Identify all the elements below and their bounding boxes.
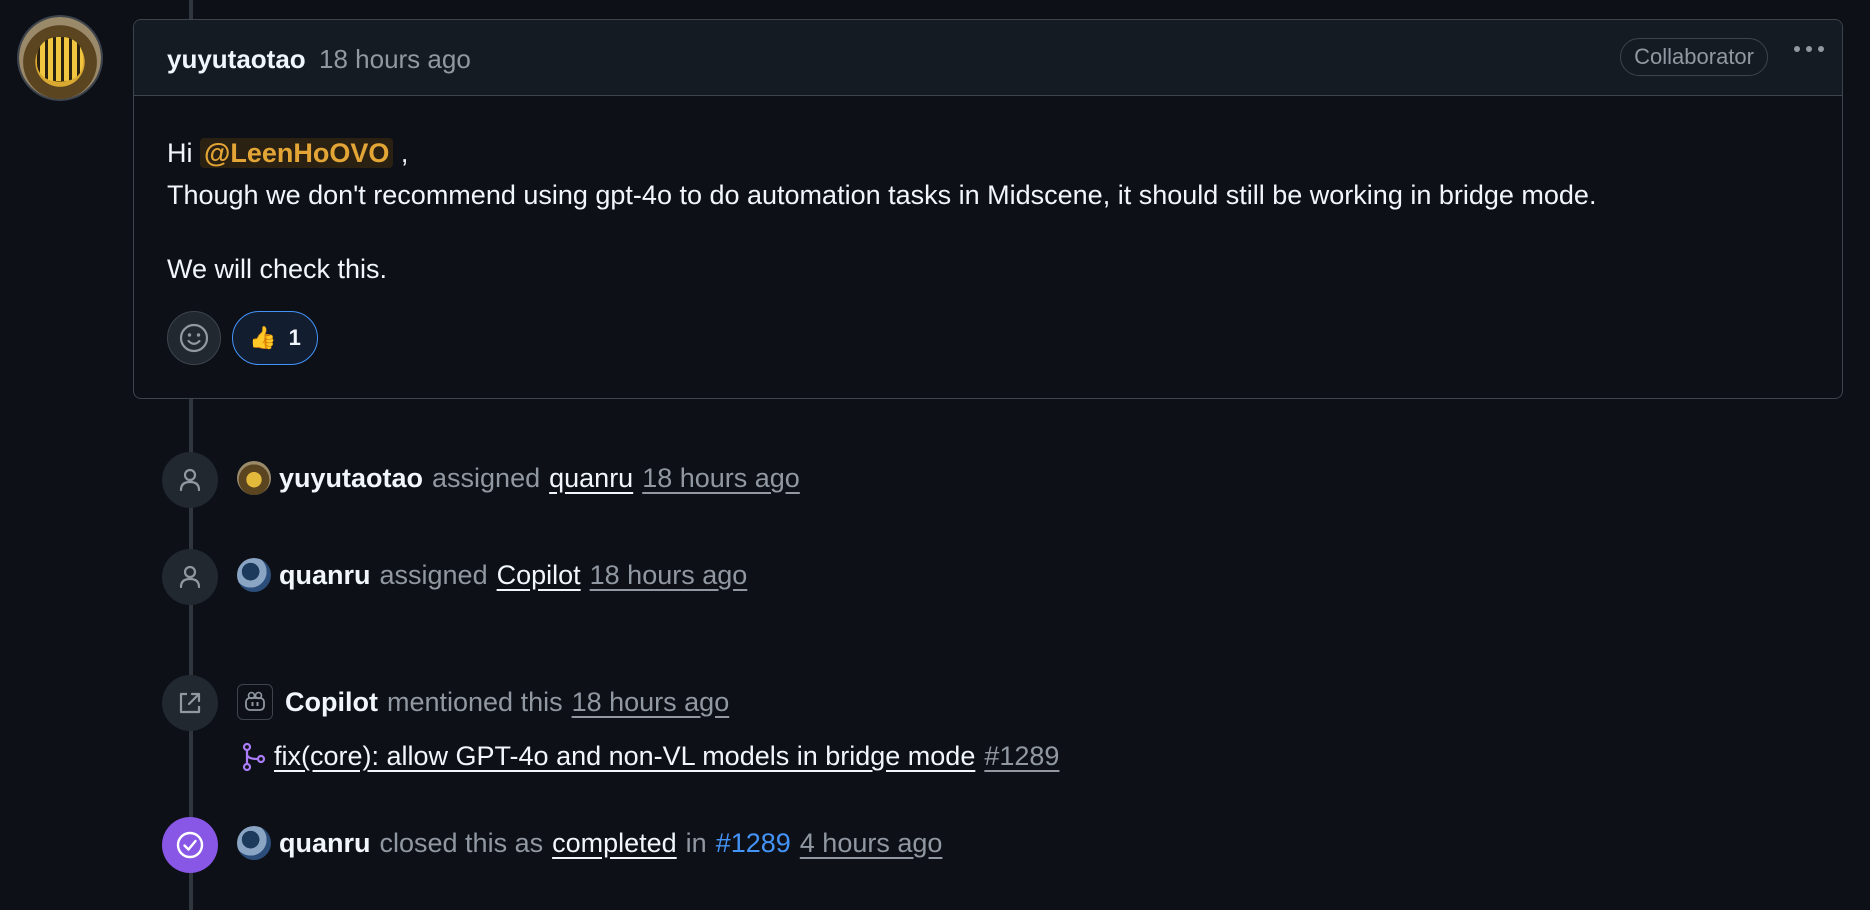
avatar[interactable] bbox=[237, 826, 271, 860]
avatar[interactable] bbox=[237, 461, 271, 495]
comment-card: yuyutaotao 18 hours ago Collaborator Hi … bbox=[133, 19, 1843, 399]
event-time[interactable]: 4 hours ago bbox=[800, 828, 943, 859]
event-actor[interactable]: quanru bbox=[279, 828, 371, 859]
pull-request-title-link[interactable]: fix(core): allow GPT-4o and non-VL model… bbox=[274, 741, 975, 772]
issue-closed-icon bbox=[162, 817, 218, 873]
person-icon bbox=[162, 452, 218, 508]
assignee-link[interactable]: Copilot bbox=[497, 560, 581, 591]
reference-link[interactable]: #1289 bbox=[716, 828, 791, 859]
smiley-icon bbox=[179, 323, 209, 353]
cross-reference-icon bbox=[162, 675, 218, 731]
linked-pull-request: fix(core): allow GPT-4o and non-VL model… bbox=[240, 741, 1059, 772]
event-actor[interactable]: Copilot bbox=[285, 687, 378, 718]
greeting-text: Hi bbox=[167, 138, 193, 168]
thumbs-up-icon: 👍 bbox=[249, 325, 277, 350]
assignee-link[interactable]: quanru bbox=[549, 463, 633, 494]
event-actor[interactable]: yuyutaotao bbox=[279, 463, 423, 494]
close-reason-link[interactable]: completed bbox=[552, 828, 677, 859]
comment-time[interactable]: 18 hours ago bbox=[319, 44, 471, 75]
event-time[interactable]: 18 hours ago bbox=[642, 463, 800, 494]
person-icon bbox=[162, 549, 218, 605]
add-reaction-button[interactable] bbox=[167, 311, 221, 365]
event-action: mentioned this bbox=[386, 686, 563, 717]
reaction-count: 1 bbox=[288, 325, 301, 350]
comment-paragraph: Though we don't recommend using gpt-4o t… bbox=[167, 180, 1597, 210]
event-time[interactable]: 18 hours ago bbox=[590, 560, 748, 591]
comment-body: Hi @LeenHoOVO , Though we don't recommen… bbox=[167, 132, 1596, 290]
greeting-suffix: , bbox=[400, 138, 409, 168]
pull-request-number[interactable]: #1289 bbox=[984, 741, 1059, 772]
timeline-event-mentioned: Copilot mentioned this 18 hours ago bbox=[237, 684, 729, 720]
event-actor[interactable]: quanru bbox=[279, 560, 371, 591]
comment-author[interactable]: yuyutaotao bbox=[167, 44, 306, 75]
comment-greeting-line: Hi @LeenHoOVO , bbox=[167, 132, 1596, 174]
event-action: closed this as bbox=[379, 827, 544, 858]
comment-paragraph: We will check this. bbox=[167, 254, 388, 284]
thumbs-up-reaction-button[interactable]: 👍 1 bbox=[232, 311, 318, 365]
timeline-event-closed: quanru closed this as completed in #1289… bbox=[237, 826, 942, 860]
event-in-word: in bbox=[685, 827, 707, 858]
avatar[interactable] bbox=[19, 17, 101, 99]
comment-header: yuyutaotao 18 hours ago Collaborator bbox=[134, 20, 1842, 96]
timeline-event-assigned: yuyutaotao assigned quanru 18 hours ago bbox=[237, 461, 800, 495]
timeline-line bbox=[189, 0, 193, 19]
git-pull-request-icon bbox=[242, 742, 266, 771]
event-action: assigned bbox=[432, 462, 541, 493]
more-options-icon[interactable] bbox=[1794, 46, 1824, 52]
copilot-icon[interactable] bbox=[237, 684, 273, 720]
timeline-event-assigned: quanru assigned Copilot 18 hours ago bbox=[237, 558, 747, 592]
event-time[interactable]: 18 hours ago bbox=[572, 687, 730, 718]
event-action: assigned bbox=[379, 559, 488, 590]
collaborator-badge: Collaborator bbox=[1620, 38, 1768, 76]
user-mention-link[interactable]: @LeenHoOVO bbox=[200, 138, 394, 168]
avatar[interactable] bbox=[237, 558, 271, 592]
